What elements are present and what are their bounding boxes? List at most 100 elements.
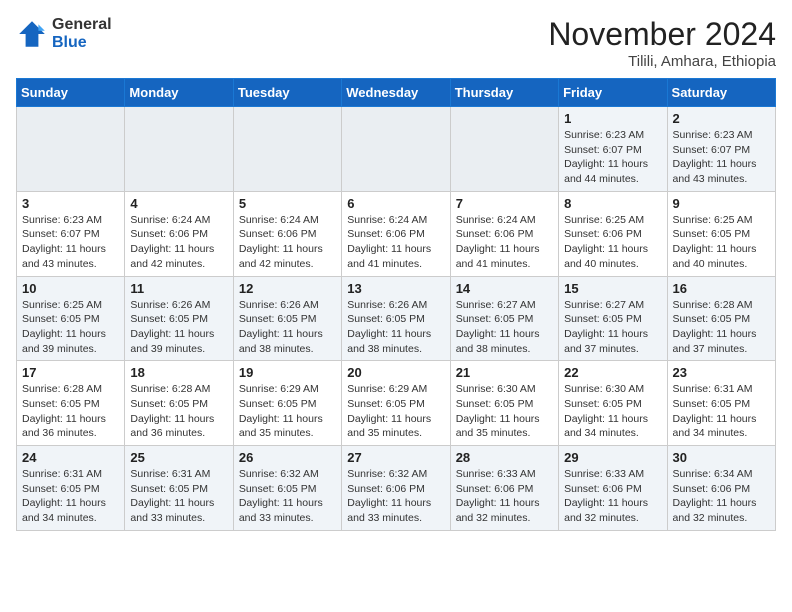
weekday-header-row: SundayMondayTuesdayWednesdayThursdayFrid…: [17, 79, 776, 107]
day-number: 19: [239, 365, 336, 380]
day-number: 8: [564, 196, 661, 211]
calendar-cell: 3 Sunrise: 6:23 AMSunset: 6:07 PMDaylight…: [17, 191, 125, 276]
day-info: Sunrise: 6:34 AMSunset: 6:06 PMDaylight:…: [673, 467, 770, 526]
day-number: 14: [456, 281, 553, 296]
day-info: Sunrise: 6:33 AMSunset: 6:06 PMDaylight:…: [564, 467, 661, 526]
calendar-table: SundayMondayTuesdayWednesdayThursdayFrid…: [16, 78, 776, 531]
day-number: 4: [130, 196, 227, 211]
calendar-cell: 26 Sunrise: 6:32 AMSunset: 6:05 PMDayligh…: [233, 446, 341, 531]
day-info: Sunrise: 6:27 AMSunset: 6:05 PMDaylight:…: [456, 298, 553, 357]
day-info: Sunrise: 6:28 AMSunset: 6:05 PMDaylight:…: [22, 382, 119, 441]
day-info: Sunrise: 6:27 AMSunset: 6:05 PMDaylight:…: [564, 298, 661, 357]
day-number: 26: [239, 450, 336, 465]
day-info: Sunrise: 6:26 AMSunset: 6:05 PMDaylight:…: [130, 298, 227, 357]
day-number: 10: [22, 281, 119, 296]
day-info: Sunrise: 6:30 AMSunset: 6:05 PMDaylight:…: [564, 382, 661, 441]
day-info: Sunrise: 6:31 AMSunset: 6:05 PMDaylight:…: [673, 382, 770, 441]
calendar-cell: [17, 107, 125, 192]
day-info: Sunrise: 6:32 AMSunset: 6:05 PMDaylight:…: [239, 467, 336, 526]
calendar-cell: 27 Sunrise: 6:32 AMSunset: 6:06 PMDayligh…: [342, 446, 450, 531]
calendar-cell: 20 Sunrise: 6:29 AMSunset: 6:05 PMDayligh…: [342, 361, 450, 446]
calendar-cell: 16Sunrise: 6:28 AMSunset: 6:05 PMDayligh…: [667, 276, 775, 361]
day-info: Sunrise: 6:31 AMSunset: 6:05 PMDaylight:…: [22, 467, 119, 526]
day-number: 27: [347, 450, 444, 465]
calendar-cell: 12Sunrise: 6:26 AMSunset: 6:05 PMDayligh…: [233, 276, 341, 361]
weekday-header-monday: Monday: [125, 79, 233, 107]
day-info: Sunrise: 6:25 AMSunset: 6:05 PMDaylight:…: [22, 298, 119, 357]
day-number: 21: [456, 365, 553, 380]
calendar-cell: 13Sunrise: 6:26 AMSunset: 6:05 PMDayligh…: [342, 276, 450, 361]
day-info: Sunrise: 6:24 AMSunset: 6:06 PMDaylight:…: [130, 213, 227, 272]
calendar-cell: 6 Sunrise: 6:24 AMSunset: 6:06 PMDaylight…: [342, 191, 450, 276]
calendar-cell: 4 Sunrise: 6:24 AMSunset: 6:06 PMDaylight…: [125, 191, 233, 276]
calendar-cell: 14 Sunrise: 6:27 AMSunset: 6:05 PMDayligh…: [450, 276, 558, 361]
day-number: 12: [239, 281, 336, 296]
logo-blue: Blue: [52, 34, 112, 52]
day-number: 6: [347, 196, 444, 211]
calendar-week-row: 24 Sunrise: 6:31 AMSunset: 6:05 PMDayligh…: [17, 446, 776, 531]
day-number: 23: [673, 365, 770, 380]
day-info: Sunrise: 6:23 AMSunset: 6:07 PMDaylight:…: [673, 128, 770, 187]
calendar-cell: 10 Sunrise: 6:25 AMSunset: 6:05 PMDayligh…: [17, 276, 125, 361]
day-number: 11: [130, 281, 227, 296]
day-info: Sunrise: 6:30 AMSunset: 6:05 PMDaylight:…: [456, 382, 553, 441]
day-info: Sunrise: 6:25 AMSunset: 6:06 PMDaylight:…: [564, 213, 661, 272]
day-number: 29: [564, 450, 661, 465]
day-number: 2: [673, 111, 770, 126]
calendar-week-row: 3 Sunrise: 6:23 AMSunset: 6:07 PMDaylight…: [17, 191, 776, 276]
day-number: 30: [673, 450, 770, 465]
day-number: 9: [673, 196, 770, 211]
calendar-cell: [125, 107, 233, 192]
calendar-cell: 11 Sunrise: 6:26 AMSunset: 6:05 PMDayligh…: [125, 276, 233, 361]
calendar-cell: 29 Sunrise: 6:33 AMSunset: 6:06 PMDayligh…: [559, 446, 667, 531]
day-info: Sunrise: 6:29 AMSunset: 6:05 PMDaylight:…: [347, 382, 444, 441]
day-number: 20: [347, 365, 444, 380]
day-number: 18: [130, 365, 227, 380]
calendar-cell: 24 Sunrise: 6:31 AMSunset: 6:05 PMDayligh…: [17, 446, 125, 531]
calendar-week-row: 1Sunrise: 6:23 AMSunset: 6:07 PMDaylight…: [17, 107, 776, 192]
logo: General Blue: [16, 16, 112, 51]
day-number: 17: [22, 365, 119, 380]
day-info: Sunrise: 6:24 AMSunset: 6:06 PMDaylight:…: [239, 213, 336, 272]
day-info: Sunrise: 6:28 AMSunset: 6:05 PMDaylight:…: [130, 382, 227, 441]
day-info: Sunrise: 6:33 AMSunset: 6:06 PMDaylight:…: [456, 467, 553, 526]
calendar-cell: 28Sunrise: 6:33 AMSunset: 6:06 PMDayligh…: [450, 446, 558, 531]
month-title: November 2024: [548, 16, 776, 53]
calendar-cell: 21 Sunrise: 6:30 AMSunset: 6:05 PMDayligh…: [450, 361, 558, 446]
calendar-week-row: 10 Sunrise: 6:25 AMSunset: 6:05 PMDayligh…: [17, 276, 776, 361]
day-info: Sunrise: 6:23 AMSunset: 6:07 PMDaylight:…: [22, 213, 119, 272]
weekday-header-thursday: Thursday: [450, 79, 558, 107]
day-number: 13: [347, 281, 444, 296]
day-info: Sunrise: 6:24 AMSunset: 6:06 PMDaylight:…: [347, 213, 444, 272]
weekday-header-wednesday: Wednesday: [342, 79, 450, 107]
calendar-cell: 19Sunrise: 6:29 AMSunset: 6:05 PMDayligh…: [233, 361, 341, 446]
day-number: 24: [22, 450, 119, 465]
day-number: 3: [22, 196, 119, 211]
calendar-cell: 7Sunrise: 6:24 AMSunset: 6:06 PMDaylight…: [450, 191, 558, 276]
weekday-header-friday: Friday: [559, 79, 667, 107]
day-info: Sunrise: 6:28 AMSunset: 6:05 PMDaylight:…: [673, 298, 770, 357]
day-info: Sunrise: 6:31 AMSunset: 6:05 PMDaylight:…: [130, 467, 227, 526]
calendar-cell: 17 Sunrise: 6:28 AMSunset: 6:05 PMDayligh…: [17, 361, 125, 446]
day-info: Sunrise: 6:32 AMSunset: 6:06 PMDaylight:…: [347, 467, 444, 526]
day-number: 15: [564, 281, 661, 296]
calendar-cell: 2 Sunrise: 6:23 AMSunset: 6:07 PMDaylight…: [667, 107, 775, 192]
calendar-cell: 9Sunrise: 6:25 AMSunset: 6:05 PMDaylight…: [667, 191, 775, 276]
calendar-cell: 22Sunrise: 6:30 AMSunset: 6:05 PMDayligh…: [559, 361, 667, 446]
day-number: 5: [239, 196, 336, 211]
calendar-cell: 15 Sunrise: 6:27 AMSunset: 6:05 PMDayligh…: [559, 276, 667, 361]
calendar-cell: 8 Sunrise: 6:25 AMSunset: 6:06 PMDaylight…: [559, 191, 667, 276]
logo-icon: [16, 18, 48, 50]
calendar-week-row: 17 Sunrise: 6:28 AMSunset: 6:05 PMDayligh…: [17, 361, 776, 446]
weekday-header-sunday: Sunday: [17, 79, 125, 107]
calendar-cell: 5 Sunrise: 6:24 AMSunset: 6:06 PMDaylight…: [233, 191, 341, 276]
weekday-header-tuesday: Tuesday: [233, 79, 341, 107]
day-info: Sunrise: 6:23 AMSunset: 6:07 PMDaylight:…: [564, 128, 661, 187]
calendar-cell: [342, 107, 450, 192]
calendar-cell: 23 Sunrise: 6:31 AMSunset: 6:05 PMDayligh…: [667, 361, 775, 446]
page-header: General Blue November 2024 Tilili, Amhar…: [16, 16, 776, 70]
calendar-cell: 1Sunrise: 6:23 AMSunset: 6:07 PMDaylight…: [559, 107, 667, 192]
day-number: 25: [130, 450, 227, 465]
calendar-cell: [233, 107, 341, 192]
title-block: November 2024 Tilili, Amhara, Ethiopia: [548, 16, 776, 70]
